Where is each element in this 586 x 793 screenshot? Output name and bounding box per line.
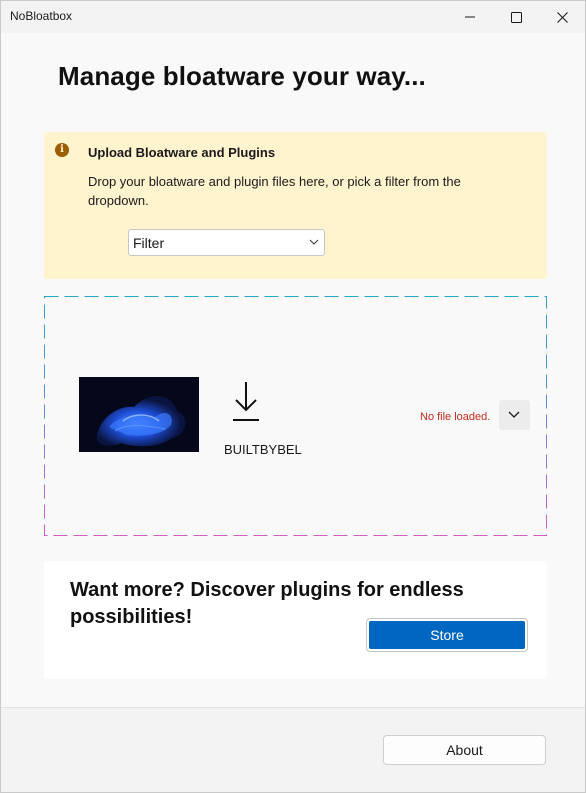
maximize-button[interactable] <box>493 1 539 33</box>
filter-selected-value: Filter <box>133 235 165 251</box>
brand-label: BUILTBYBEL <box>224 442 302 457</box>
wallpaper-thumbnail <box>79 377 199 452</box>
close-button[interactable] <box>539 1 585 33</box>
filter-dropdown[interactable]: Filter <box>128 229 325 256</box>
plugin-promo-card: Want more? Discover plugins for endless … <box>44 561 547 679</box>
expand-button[interactable] <box>499 400 530 430</box>
title-bar: NoBloatbox <box>1 1 585 33</box>
about-button[interactable]: About <box>383 735 546 765</box>
download-icon <box>233 382 259 421</box>
info-bar: i Upload Bloatware and Plugins Drop your… <box>44 132 547 279</box>
close-icon <box>556 11 568 23</box>
file-drop-zone[interactable]: BUILTBYBEL No file loaded. <box>44 296 547 536</box>
maximize-icon <box>510 11 522 23</box>
file-status-text: No file loaded. <box>420 411 491 423</box>
window-title: NoBloatbox <box>10 9 73 23</box>
info-bar-title: Upload Bloatware and Plugins <box>88 145 276 160</box>
info-bar-message: Drop your bloatware and plugin files her… <box>88 174 461 208</box>
app-window: NoBloatbox Manage bloatware your way... … <box>0 0 586 793</box>
chevron-down-icon <box>508 411 520 418</box>
info-icon: i <box>55 143 69 157</box>
page-title: Manage bloatware your way... <box>58 61 426 91</box>
store-button[interactable]: Store <box>366 618 528 652</box>
store-button-label: Store <box>369 621 525 649</box>
chevron-down-icon <box>309 239 319 245</box>
minimize-button[interactable] <box>447 1 493 33</box>
minimize-icon <box>465 16 475 18</box>
